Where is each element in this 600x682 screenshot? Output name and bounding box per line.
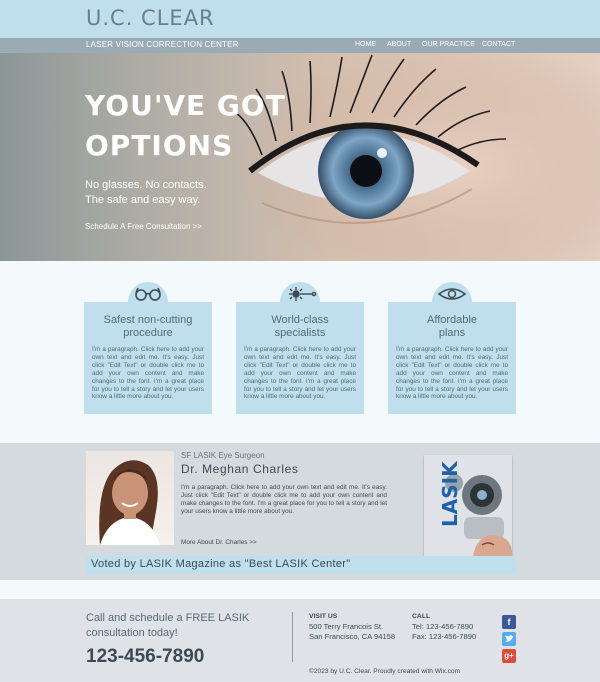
address-line2: San Francisco, CA 94158 bbox=[309, 632, 396, 641]
more-about-doctor-link[interactable]: More About Dr. Charles >> bbox=[181, 539, 257, 546]
facebook-icon[interactable]: f bbox=[502, 615, 516, 629]
hero-headline-line2: OPTIONS bbox=[85, 129, 234, 162]
address-line1: 500 Terry Francois St. bbox=[309, 622, 384, 631]
feature-title: World-class specialists bbox=[271, 314, 329, 339]
visit-us-label: VISIT US bbox=[309, 613, 338, 620]
twitter-icon[interactable] bbox=[502, 632, 516, 646]
lasik-magazine-cover: LASIK bbox=[424, 455, 512, 569]
doctor-bio: I'm a paragraph. Click here to add your … bbox=[181, 484, 387, 515]
google-plus-icon[interactable]: g+ bbox=[502, 649, 516, 663]
nav-home[interactable]: HOME bbox=[355, 41, 376, 48]
site-tagline: LASER VISION CORRECTION CENTER bbox=[86, 40, 239, 49]
footer-divider bbox=[292, 612, 293, 662]
schedule-consultation-link[interactable]: Schedule A Free Consultation >> bbox=[85, 222, 202, 231]
doctor-name: Dr. Meghan Charles bbox=[181, 462, 299, 476]
feature-card-specialists: World-class specialists I'm a paragraph. … bbox=[236, 282, 364, 414]
hero-subtitle-line2: The safe and easy way. bbox=[85, 194, 201, 206]
eye-icon bbox=[388, 283, 516, 308]
tel-number[interactable]: Tel: 123-456-7890 bbox=[412, 622, 473, 631]
award-text: Voted by LASIK Magazine as "Best LASIK C… bbox=[91, 558, 351, 570]
footer-call-line2: consultation today! bbox=[86, 627, 178, 639]
feature-card-affordable: Affordable plans I'm a paragraph. Click h… bbox=[388, 282, 516, 414]
hero-banner: YOU'VE GOT OPTIONS No glasses. No contac… bbox=[0, 53, 600, 261]
nav-contact[interactable]: CONTACT bbox=[482, 41, 515, 48]
nav-about[interactable]: ABOUT bbox=[387, 41, 411, 48]
feature-card-safest: Safest non-cutting procedure I'm a paragr… bbox=[84, 282, 212, 414]
glasses-icon bbox=[84, 283, 212, 308]
magazine-title: LASIK bbox=[438, 461, 462, 527]
feature-body: I'm a paragraph. Click here to add your … bbox=[92, 346, 204, 401]
feature-body: I'm a paragraph. Click here to add your … bbox=[244, 346, 356, 401]
hero-subtitle-line1: No glasses. No contacts. bbox=[85, 179, 207, 191]
laser-icon bbox=[236, 283, 364, 308]
footer-call-line1: Call and schedule a FREE LASIK bbox=[86, 612, 250, 624]
doctor-photo bbox=[86, 451, 174, 545]
doctor-role: SF LASIK Eye Surgeon bbox=[181, 451, 265, 460]
footer-phone-number[interactable]: 123-456-7890 bbox=[86, 646, 204, 668]
feature-body: I'm a paragraph. Click here to add your … bbox=[396, 346, 508, 401]
copyright-text: ©2023 by U.C. Clear. Proudly created wit… bbox=[309, 668, 461, 675]
hero-headline-line1: YOU'VE GOT bbox=[85, 89, 286, 122]
nav-our-practice[interactable]: OUR PRACTICE bbox=[422, 41, 475, 48]
fax-number: Fax: 123-456-7890 bbox=[412, 632, 477, 641]
feature-title: Affordable plans bbox=[427, 314, 477, 339]
site-logo[interactable]: U.C. CLEAR bbox=[86, 6, 215, 30]
feature-title: Safest non-cutting procedure bbox=[103, 314, 193, 339]
call-label: CALL bbox=[412, 613, 431, 620]
